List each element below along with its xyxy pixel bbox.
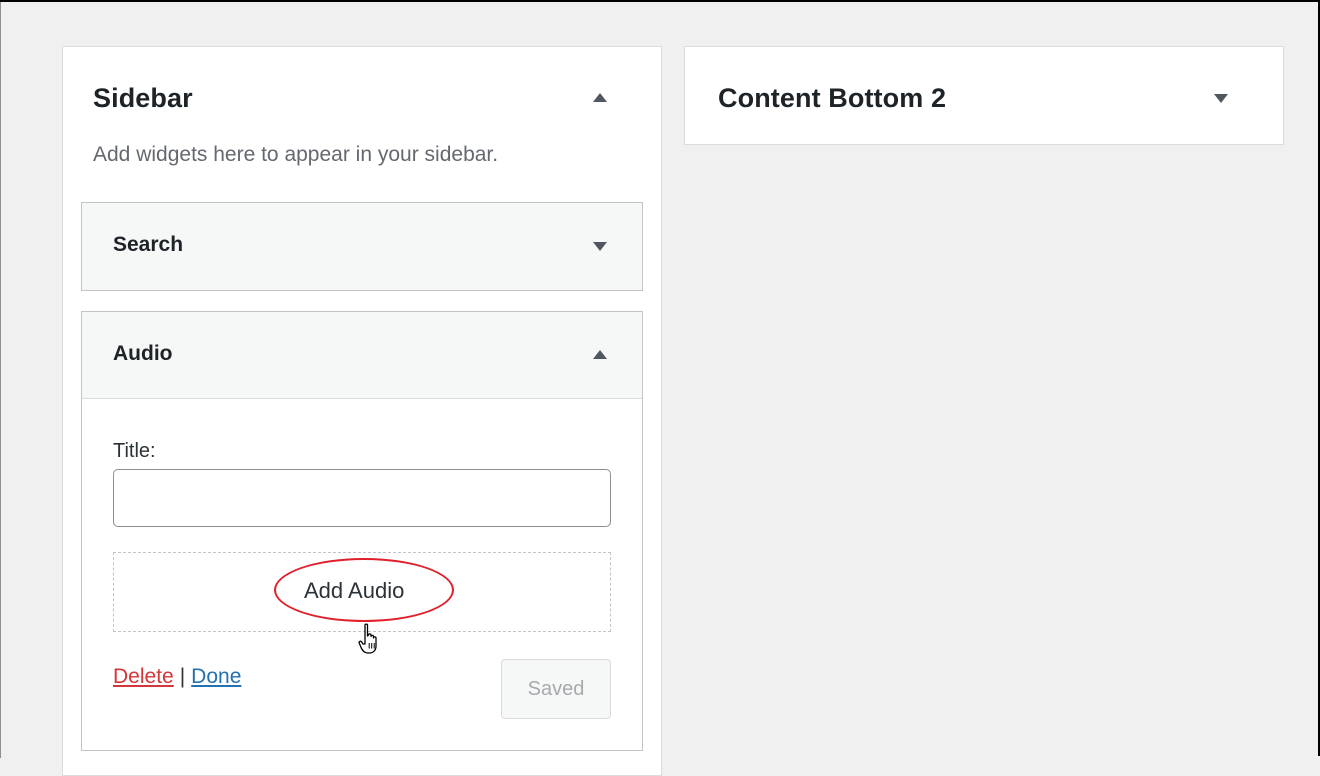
sidebar-widget-area: Sidebar Add widgets here to appear in yo…: [62, 46, 662, 776]
content-bottom-2-widget-area: Content Bottom 2: [684, 46, 1284, 145]
title-field-label: Title:: [113, 440, 156, 462]
search-widget: Search: [81, 202, 643, 291]
window-edge: [0, 2, 1, 758]
saved-button[interactable]: Saved: [501, 659, 611, 719]
arrow-down-icon[interactable]: [1214, 94, 1228, 103]
sidebar-area-description: Add widgets here to appear in your sideb…: [93, 143, 499, 166]
arrow-down-icon[interactable]: [593, 242, 607, 251]
title-input[interactable]: [113, 469, 611, 527]
content-bottom-2-title[interactable]: Content Bottom 2: [718, 83, 946, 114]
audio-media-placeholder: Add Audio: [113, 552, 611, 654]
link-separator: |: [179, 665, 186, 688]
add-audio-button[interactable]: Add Audio: [304, 578, 404, 604]
search-widget-title: Search: [113, 233, 184, 256]
audio-widget-title: Audio: [113, 342, 173, 365]
widget-actions: Delete | Done: [113, 665, 241, 689]
audio-widget-header[interactable]: Audio: [82, 312, 642, 399]
arrow-up-icon[interactable]: [593, 350, 607, 359]
arrow-up-icon[interactable]: [593, 93, 607, 102]
hand-pointer-icon: [358, 623, 377, 654]
done-link[interactable]: Done: [191, 665, 241, 688]
sidebar-area-title[interactable]: Sidebar: [93, 83, 193, 114]
delete-link[interactable]: Delete: [113, 665, 174, 688]
audio-widget: Audio Title: Add Audio Delete | Done Saved: [81, 311, 643, 751]
search-widget-header[interactable]: Search: [82, 203, 642, 290]
